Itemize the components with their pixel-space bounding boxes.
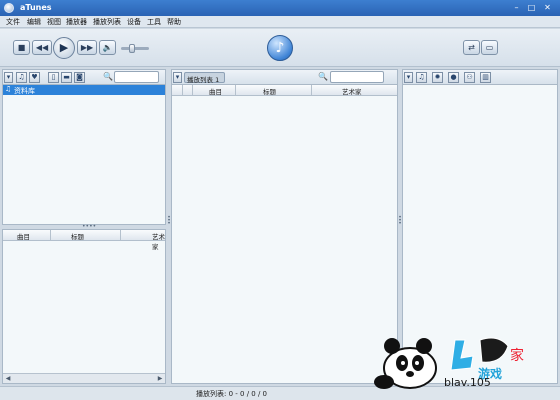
volume-slider[interactable] — [121, 47, 149, 50]
navigator-horizontal-scrollbar[interactable]: ◀ ▶ — [3, 373, 165, 383]
play-button[interactable]: ▶ — [53, 37, 75, 59]
menu-view[interactable]: 视图 — [47, 17, 61, 27]
menu-edit[interactable]: 编辑 — [27, 17, 41, 27]
stop-button[interactable]: ■ — [13, 40, 30, 55]
person-icon[interactable]: ● — [448, 72, 459, 83]
site-watermark-logo: 家 游戏 blav.105 — [360, 330, 560, 390]
heart-icon[interactable]: ♥ — [29, 72, 40, 83]
context-dropdown-icon[interactable]: ▾ — [404, 72, 413, 83]
status-text: 播放列表: 0 - 0 / 0 / 0 — [196, 390, 267, 398]
gear-icon[interactable]: ✹ — [432, 72, 443, 83]
column-artist[interactable]: 艺术家 — [342, 86, 362, 96]
people-icon[interactable]: ⚇ — [464, 72, 475, 83]
previous-button[interactable]: ◀◀ — [32, 40, 52, 55]
navigator-toolbar: ▾ ♫ ♥ ▯ ▬ ◙ 🔍 — [3, 70, 165, 85]
menu-bar: 文件 编辑 视图 播放器 播放列表 设备 工具 帮助 — [0, 16, 560, 28]
scroll-right-icon[interactable]: ▶ — [155, 374, 165, 383]
search-icon: 🔍 — [103, 72, 113, 81]
column-title[interactable]: 标题 — [263, 86, 276, 96]
film-icon[interactable]: ▥ — [480, 72, 491, 83]
mute-button[interactable]: 🔈 — [99, 40, 116, 55]
next-button[interactable]: ▶▶ — [77, 40, 97, 55]
tab-playlist-1[interactable]: 播放列表 1 — [184, 72, 225, 84]
menu-player[interactable]: 播放器 — [66, 17, 87, 27]
shuffle-button[interactable]: ⇄ — [463, 40, 480, 55]
svg-text:家: 家 — [510, 347, 524, 364]
navigator-dropdown-icon[interactable]: ▾ — [4, 72, 13, 83]
context-toolbar: ▾ ♫ ✹ ● ⚇ ▥ — [403, 70, 557, 85]
playlist-table-header: 曲目 标题 艺术家 — [172, 85, 397, 96]
radio-icon[interactable]: ◙ — [74, 72, 85, 83]
column-artist[interactable]: 艺术家 — [152, 231, 165, 251]
menu-file[interactable]: 文件 — [6, 17, 20, 27]
navigator-table-panel: 曲目 标题 艺术家 ◀ ▶ — [2, 229, 166, 384]
tree-item-library-label: 资料库 — [14, 87, 35, 95]
navigator-table-header: 曲目 标题 艺术家 — [3, 230, 165, 251]
playlist-dropdown-icon[interactable]: ▾ — [173, 72, 182, 83]
device-icon[interactable]: ▯ — [48, 72, 59, 83]
column-track[interactable]: 曲目 — [17, 231, 30, 241]
column-title[interactable]: 标题 — [71, 231, 84, 241]
maximize-button[interactable]: □ — [525, 2, 538, 13]
tree-item-library[interactable]: ♫ 资料库 — [3, 85, 165, 95]
window-title: aTunes — [20, 3, 52, 12]
folder-icon[interactable]: ▬ — [61, 72, 72, 83]
title-bar: aTunes – □ ✕ — [0, 0, 560, 16]
search-icon: 🔍 — [318, 72, 328, 81]
tab-playlist-1-label: 播放列表 1 — [187, 76, 220, 84]
app-icon — [4, 3, 14, 13]
menu-devices[interactable]: 设备 — [127, 17, 141, 27]
watermark-left-text: blav.105 — [444, 376, 491, 389]
column-track[interactable]: 曲目 — [209, 86, 222, 96]
music-icon[interactable]: ♫ — [16, 72, 27, 83]
minimize-button[interactable]: – — [510, 2, 523, 13]
menu-tools[interactable]: 工具 — [147, 17, 161, 27]
menu-help[interactable]: 帮助 — [167, 17, 181, 27]
music-icon[interactable]: ♫ — [416, 72, 427, 83]
navigator-tree-panel: ▾ ♫ ♥ ▯ ▬ ◙ 🔍 ♫ 资料库 — [2, 69, 166, 225]
close-button[interactable]: ✕ — [541, 2, 554, 13]
menu-playlist[interactable]: 播放列表 — [93, 17, 121, 27]
volume-slider-knob[interactable] — [129, 44, 135, 53]
navigator-search-input[interactable] — [114, 71, 159, 83]
scroll-left-icon[interactable]: ◀ — [3, 374, 13, 383]
library-icon: ♫ — [5, 85, 12, 93]
window-mode-button[interactable]: ▭ — [481, 40, 498, 55]
playlist-search-input[interactable] — [330, 71, 384, 83]
playlist-toolbar: ▾ 播放列表 1 🔍 — [172, 70, 397, 85]
atunes-logo-icon: ♪ — [267, 35, 293, 61]
